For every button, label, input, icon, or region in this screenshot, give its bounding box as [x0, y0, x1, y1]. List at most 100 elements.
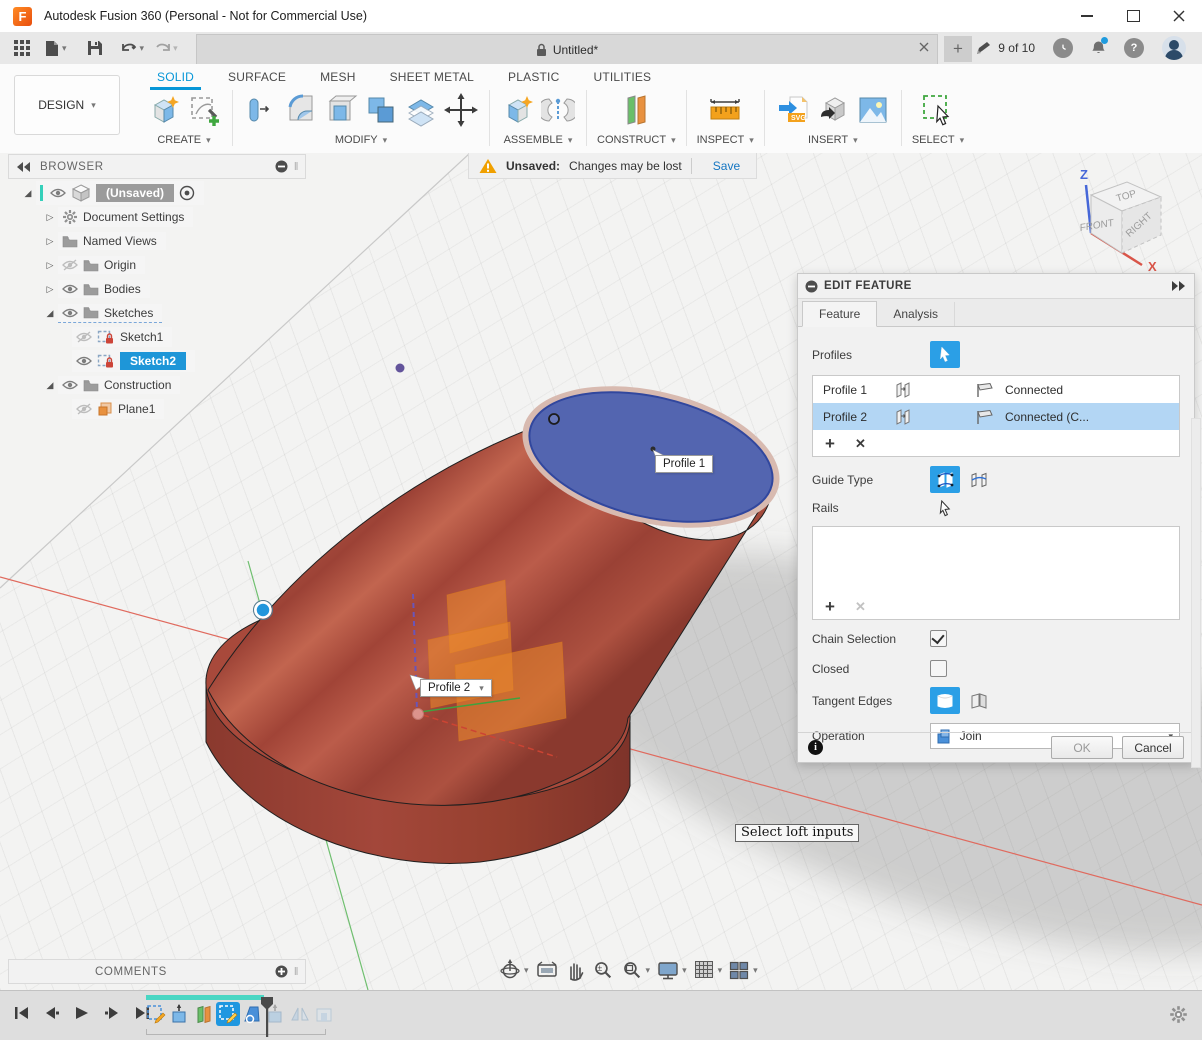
zoom-button[interactable]: ±: [592, 960, 614, 981]
tab-plastic[interactable]: PLASTIC: [491, 66, 576, 90]
construct-plane-button[interactable]: [618, 91, 654, 129]
joint-button[interactable]: [540, 91, 576, 129]
eye-off-icon[interactable]: [76, 331, 92, 343]
panel-plus-icon[interactable]: [275, 965, 288, 978]
document-tab[interactable]: Untitled*: [196, 34, 938, 65]
drag-handle[interactable]: ‖: [294, 161, 299, 173]
info-icon[interactable]: i: [808, 740, 823, 755]
combine-button[interactable]: [363, 91, 399, 129]
expander-icon[interactable]: ▷: [42, 260, 58, 271]
ok-button[interactable]: OK: [1051, 736, 1113, 759]
app-grid-button[interactable]: [14, 40, 31, 57]
close-button[interactable]: [1156, 0, 1202, 32]
profile1-row[interactable]: Profile 1 Connected: [813, 376, 1179, 403]
notifications-button[interactable]: [1091, 40, 1106, 56]
pan-button[interactable]: [565, 960, 585, 981]
create-sketch-button[interactable]: [186, 91, 222, 129]
browser-item-construction[interactable]: ◢ Construction: [8, 373, 204, 397]
fillet-button[interactable]: [283, 91, 319, 129]
dialog-header[interactable]: EDIT FEATURE: [798, 274, 1194, 299]
eye-off-icon[interactable]: [76, 403, 92, 415]
add-rail-button[interactable]: +: [825, 598, 835, 615]
grid-snap-button[interactable]: ▾: [694, 960, 723, 980]
browser-item-document-settings[interactable]: ▷ Document Settings: [8, 205, 204, 229]
expander-icon[interactable]: ◢: [42, 380, 58, 391]
timeline-extrude1[interactable]: [168, 1002, 192, 1026]
sketch-origin-point[interactable]: [413, 709, 424, 720]
expander-icon[interactable]: ▷: [42, 212, 58, 223]
tangent-merged-button[interactable]: [930, 687, 960, 714]
comments-panel-header[interactable]: COMMENTS ‖: [8, 959, 306, 984]
move-button[interactable]: [443, 91, 479, 129]
shell-button[interactable]: [323, 91, 359, 129]
eye-icon[interactable]: [62, 283, 78, 295]
panel-minus-icon[interactable]: [275, 160, 288, 173]
eye-icon[interactable]: [62, 379, 78, 391]
expand-right-icon[interactable]: [1172, 281, 1186, 291]
offset-face-button[interactable]: [403, 91, 439, 129]
group-label-insert[interactable]: INSERT▾: [808, 134, 858, 146]
file-menu-button[interactable]: ▾: [45, 40, 67, 57]
collapse-left-icon[interactable]: [17, 162, 30, 172]
cancel-button[interactable]: Cancel: [1122, 736, 1184, 759]
browser-item-sketch2[interactable]: Sketch2: [8, 349, 204, 373]
direction-flag-icon[interactable]: [975, 382, 995, 398]
browser-item-plane1[interactable]: Plane1: [8, 397, 204, 421]
browser-item-sketches[interactable]: ◢ Sketches: [8, 301, 204, 325]
direction-flag-icon[interactable]: [975, 409, 995, 425]
redo-button[interactable]: ▾: [154, 41, 178, 55]
press-pull-button[interactable]: [243, 91, 279, 129]
step-back-button[interactable]: [42, 1003, 62, 1023]
closed-checkbox[interactable]: [930, 660, 947, 677]
browser-item-origin[interactable]: ▷ Origin: [8, 253, 204, 277]
eye-icon[interactable]: [62, 307, 78, 319]
expander-icon[interactable]: ◢: [20, 188, 36, 199]
expander-icon[interactable]: ▷: [42, 236, 58, 247]
orbit-button[interactable]: ▾: [499, 959, 529, 981]
tab-mesh[interactable]: MESH: [303, 66, 372, 90]
panel-minus-icon[interactable]: [805, 280, 818, 293]
timeline-sketch1[interactable]: [144, 1002, 168, 1026]
browser-item-named-views[interactable]: ▷ Named Views: [8, 229, 204, 253]
profile2-tag[interactable]: Profile 2▾: [420, 679, 492, 697]
add-profile-button[interactable]: +: [825, 435, 835, 452]
eye-off-icon[interactable]: [62, 259, 78, 271]
viewports-button[interactable]: ▾: [729, 961, 758, 980]
maximize-button[interactable]: [1110, 0, 1156, 32]
rails-select-cursor-icon[interactable]: [938, 500, 953, 517]
group-label-create[interactable]: CREATE▾: [157, 134, 210, 146]
tab-sheet-metal[interactable]: SHEET METAL: [373, 66, 491, 90]
timeline-box[interactable]: [312, 1002, 336, 1026]
workspace-switcher[interactable]: DESIGN▾: [14, 75, 120, 135]
insert-svg-button[interactable]: SVG: [775, 91, 811, 129]
profile-point[interactable]: [549, 414, 559, 424]
new-solid-button[interactable]: [146, 91, 182, 129]
avatar[interactable]: [1162, 36, 1186, 60]
help-button[interactable]: ?: [1124, 38, 1144, 58]
tab-analysis[interactable]: Analysis: [877, 302, 955, 326]
rails-list[interactable]: + ✕: [812, 526, 1180, 620]
canvas-button[interactable]: [855, 91, 891, 129]
browser-item-bodies[interactable]: ▷ Bodies: [8, 277, 204, 301]
insert-derive-button[interactable]: [815, 91, 851, 129]
timeline-mirror[interactable]: [288, 1002, 312, 1026]
group-label-inspect[interactable]: INSPECT▾: [697, 134, 754, 146]
group-label-assemble[interactable]: ASSEMBLE▾: [504, 134, 573, 146]
play-button[interactable]: [72, 1003, 92, 1023]
group-label-modify[interactable]: MODIFY▾: [335, 134, 387, 146]
eye-icon[interactable]: [76, 355, 92, 367]
step-forward-button[interactable]: [102, 1003, 122, 1023]
profile1-tag[interactable]: Profile 1: [655, 455, 713, 473]
timeline-sketch2-selected[interactable]: [216, 1002, 240, 1026]
remove-rail-button[interactable]: ✕: [855, 600, 866, 613]
close-tab-button[interactable]: [919, 42, 929, 52]
tab-utilities[interactable]: UTILITIES: [576, 66, 668, 90]
new-component-button[interactable]: [500, 91, 536, 129]
tab-feature[interactable]: Feature: [802, 301, 877, 327]
tab-surface[interactable]: SURFACE: [211, 66, 303, 90]
tab-solid[interactable]: SOLID: [140, 66, 211, 90]
profile-flip-icon[interactable]: [893, 409, 913, 425]
profiles-select-button[interactable]: [930, 341, 960, 368]
version-counter[interactable]: 9 of 10: [976, 41, 1035, 56]
select-button[interactable]: [920, 91, 956, 129]
